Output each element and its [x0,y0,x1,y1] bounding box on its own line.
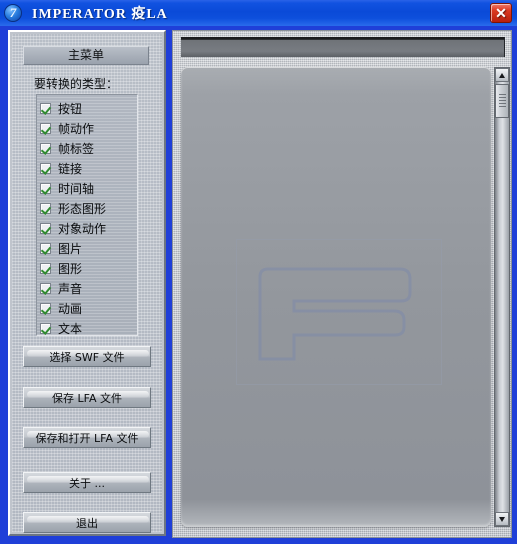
exit-label: 退出 [76,516,98,530]
conversion-type-row[interactable]: 形态图形 [40,198,137,218]
conversion-type-label: 按钮 [58,101,83,116]
preview-scrollbar[interactable] [494,67,510,527]
scroll-up-arrow-icon[interactable] [495,68,509,82]
checkmark-icon[interactable] [40,182,51,194]
conversion-type-label: 图形 [58,261,83,276]
application-window: IMPERATOR 疫LA ✕ 主菜单 要转换的类型： 按钮帧动作帧标签链接时间… [0,0,517,544]
conversion-type-row[interactable]: 帧标签 [40,138,137,158]
checkmark-icon[interactable] [40,162,51,174]
conversion-type-row[interactable]: 帧动作 [40,118,137,138]
conversion-type-label: 形态图形 [58,201,107,216]
select-swf-file-label: 选择 SWF 文件 [49,350,125,364]
conversion-type-label: 对象动作 [58,221,107,236]
conversion-type-row[interactable]: 图片 [40,238,137,258]
checkmark-icon[interactable] [40,122,51,134]
save-lfa-file-button[interactable]: 保存 LFA 文件 [23,387,151,408]
conversion-type-row[interactable]: 链接 [40,158,137,178]
conversion-type-label: 链接 [58,161,83,176]
main-menu-panel: 主菜单 要转换的类型： 按钮帧动作帧标签链接时间轴形态图形对象动作图片图形声音动… [8,30,166,536]
conversion-type-label: 帧动作 [58,121,95,136]
conversion-type-label: 图片 [58,241,83,256]
conversion-type-row[interactable]: 对象动作 [40,218,137,238]
exit-button[interactable]: 退出 [23,512,151,533]
preview-panel [172,30,512,538]
scrollbar-thumb[interactable] [495,84,509,118]
app-globe-icon [4,4,22,22]
about-button[interactable]: 关于 ... [23,472,151,493]
save-and-open-lfa-button[interactable]: 保存和打开 LFA 文件 [23,427,151,448]
preview-stage[interactable] [181,67,491,527]
preview-toolbar [181,37,505,57]
main-menu-title: 主菜单 [23,46,149,65]
logo-f-icon [258,267,412,361]
conversion-types-list[interactable]: 按钮帧动作帧标签链接时间轴形态图形对象动作图片图形声音动画文本 [36,94,138,336]
checkmark-icon[interactable] [40,202,51,214]
window-title: IMPERATOR 疫LA [32,7,168,22]
select-swf-file-button[interactable]: 选择 SWF 文件 [23,346,151,367]
close-icon: ✕ [495,5,507,21]
client-area: 主菜单 要转换的类型： 按钮帧动作帧标签链接时间轴形态图形对象动作图片图形声音动… [0,26,517,544]
checkmark-icon[interactable] [40,282,51,294]
checkmark-icon[interactable] [40,302,51,314]
checkmark-icon[interactable] [40,222,51,234]
conversion-type-label: 声音 [58,281,83,296]
checkmark-icon[interactable] [40,262,51,274]
save-lfa-file-label: 保存 LFA 文件 [52,391,122,405]
conversion-type-row[interactable]: 按钮 [40,98,137,118]
conversion-type-label: 动画 [58,301,83,316]
conversion-types-label: 要转换的类型： [34,77,119,91]
title-bar: IMPERATOR 疫LA ✕ [0,0,517,26]
conversion-type-label: 帧标签 [58,141,95,156]
close-button[interactable]: ✕ [490,3,512,23]
conversion-type-row[interactable]: 声音 [40,278,137,298]
conversion-type-row[interactable]: 文本 [40,318,137,338]
conversion-type-row[interactable]: 图形 [40,258,137,278]
conversion-type-row[interactable]: 动画 [40,298,137,318]
save-and-open-lfa-label: 保存和打开 LFA 文件 [35,431,139,445]
conversion-type-label: 时间轴 [58,181,95,196]
checkmark-icon[interactable] [40,242,51,254]
conversion-type-row[interactable]: 时间轴 [40,178,137,198]
main-menu-panel-inner: 主菜单 要转换的类型： 按钮帧动作帧标签链接时间轴形态图形对象动作图片图形声音动… [12,34,162,533]
conversion-type-label: 文本 [58,321,83,336]
checkmark-icon[interactable] [40,142,51,154]
about-label: 关于 ... [69,476,105,490]
checkmark-icon[interactable] [40,322,51,334]
scroll-down-arrow-icon[interactable] [495,512,509,526]
checkmark-icon[interactable] [40,102,51,114]
